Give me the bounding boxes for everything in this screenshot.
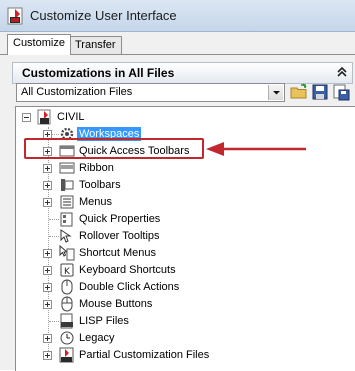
tree-item-mouse-buttons[interactable]: Mouse Buttons — [16, 296, 316, 313]
load-partial-icon[interactable] — [332, 83, 350, 101]
window-title: Customize User Interface — [30, 8, 177, 23]
tree-item-label: Quick Properties — [79, 213, 161, 225]
tree-item-label: Toolbars — [79, 179, 121, 191]
annotation-arrow-icon — [206, 142, 306, 156]
section-title: Customizations in All Files — [22, 66, 175, 80]
shortcut-menu-icon — [59, 245, 75, 261]
double-click-icon — [61, 279, 73, 295]
expand-toggle[interactable] — [43, 181, 52, 190]
tree-item-label: Partial Customization Files — [79, 349, 210, 361]
tree-item-label: LISP Files — [79, 315, 129, 327]
tab-strip: Customize Transfer — [0, 32, 355, 55]
tree-item-double-click-actions[interactable]: Double Click Actions — [16, 279, 316, 296]
tree-root-civil[interactable]: CIVIL — [16, 109, 216, 126]
tree-item-label: Ribbon — [79, 162, 114, 174]
mouse-icon — [61, 296, 73, 312]
expand-toggle[interactable] — [43, 198, 52, 207]
tree-item-label: Rollover Tooltips — [79, 230, 160, 242]
tab-customize[interactable]: Customize — [7, 34, 71, 55]
tooltip-icon — [60, 229, 72, 243]
title-bar: Customize User Interface — [0, 0, 355, 32]
keyboard-icon: K — [60, 263, 74, 277]
properties-icon — [60, 212, 73, 227]
customization-files-dropdown[interactable]: All Customization Files — [16, 83, 285, 102]
tree-item-partial-customization-files[interactable]: Partial Customization Files — [16, 347, 316, 364]
tree-item-label: Double Click Actions — [79, 281, 180, 293]
tree-item-menus[interactable]: Menus — [16, 194, 316, 211]
customize-panel: Customizations in All Files All Customiz… — [0, 54, 355, 371]
annotation-highlight-box — [24, 138, 204, 159]
tree-item-label: Legacy — [79, 332, 115, 344]
tree-item-label: Menus — [79, 196, 113, 208]
open-file-icon[interactable] — [290, 83, 308, 101]
clock-icon — [60, 331, 74, 345]
tree-item-keyboard-shortcuts[interactable]: K Keyboard Shortcuts — [16, 262, 316, 279]
app-icon — [7, 7, 23, 25]
expand-toggle[interactable] — [43, 351, 52, 360]
tree-item-lisp-files[interactable]: LISP Files — [16, 313, 316, 330]
section-header: Customizations in All Files — [12, 62, 353, 84]
expand-toggle[interactable] — [43, 164, 52, 173]
ribbon-icon — [59, 162, 75, 174]
menu-icon — [60, 195, 74, 209]
expand-toggle[interactable] — [43, 334, 52, 343]
tab-transfer[interactable]: Transfer — [69, 36, 122, 54]
expand-toggle[interactable] — [43, 249, 52, 258]
tree-item-legacy[interactable]: Legacy — [16, 330, 316, 347]
cui-file-icon — [37, 109, 51, 125]
tree-item-quick-properties[interactable]: Quick Properties — [16, 211, 316, 228]
tree-item-rollover-tooltips[interactable]: Rollover Tooltips — [16, 228, 316, 245]
expand-toggle[interactable] — [43, 266, 52, 275]
collapse-toggle[interactable] — [22, 113, 31, 122]
tree-root-label: CIVIL — [57, 111, 85, 123]
tree-item-toolbars[interactable]: Toolbars — [16, 177, 316, 194]
expand-toggle[interactable] — [43, 300, 52, 309]
dropdown-value: All Customization Files — [21, 86, 133, 98]
tree-item-ribbon[interactable]: Ribbon — [16, 160, 316, 177]
toolbars-icon — [61, 179, 74, 191]
chevron-up-icon[interactable] — [335, 65, 349, 79]
tree-item-shortcut-menus[interactable]: Shortcut Menus — [16, 245, 316, 262]
lisp-icon — [60, 313, 73, 329]
tree-item-label: Keyboard Shortcuts — [79, 264, 176, 276]
cui-file-icon — [59, 347, 74, 363]
tree-item-label: Mouse Buttons — [79, 298, 153, 310]
expand-toggle[interactable] — [43, 283, 52, 292]
chevron-down-icon[interactable] — [268, 85, 283, 100]
tree-item-label: Shortcut Menus — [79, 247, 157, 259]
save-icon[interactable] — [311, 83, 329, 101]
